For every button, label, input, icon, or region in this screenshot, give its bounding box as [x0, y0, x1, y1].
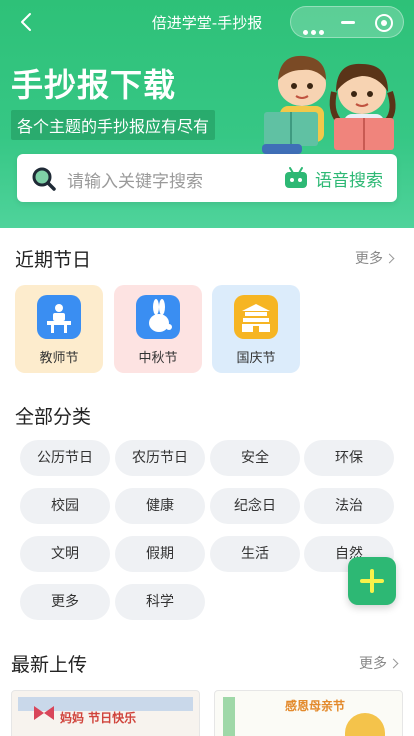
category-chip[interactable]: 科学	[115, 584, 205, 620]
holiday-card-mid-autumn[interactable]: 中秋节	[114, 285, 202, 373]
latest-more-link[interactable]: 更多	[359, 653, 399, 673]
thumb-text: 感恩母亲节	[285, 699, 346, 713]
category-chip[interactable]: 环保	[304, 440, 394, 476]
upload-card[interactable]: 感恩母亲节	[214, 690, 403, 736]
recent-more-label: 更多	[355, 251, 383, 267]
upload-card[interactable]: 妈妈 节日快乐	[11, 690, 200, 736]
search-icon	[32, 167, 56, 191]
category-chip[interactable]: 文明	[20, 536, 110, 572]
hero-subtitle: 各个主题的手抄报应有尽有	[11, 110, 216, 140]
minimize-icon[interactable]	[341, 21, 355, 24]
robot-icon	[285, 167, 307, 188]
bow-icon	[34, 706, 54, 720]
search-input[interactable]: 请输入关键字搜索	[67, 167, 203, 192]
chevron-right-icon	[384, 253, 395, 264]
umbrella-shape	[345, 713, 385, 736]
recent-holidays-title: 近期节日	[15, 249, 92, 271]
hero-title: 手抄报下载	[11, 66, 177, 104]
search-bar[interactable]: 请输入关键字搜索 语音搜索	[17, 154, 397, 202]
thumb-text: 妈妈 节日快乐	[60, 711, 137, 725]
category-chip[interactable]: 农历节日	[115, 440, 205, 476]
close-target-icon[interactable]	[375, 14, 393, 32]
miniprogram-capsule	[290, 6, 404, 38]
category-chip[interactable]: 假期	[115, 536, 205, 572]
nav-bar: 倍进学堂-手抄报	[0, 0, 414, 44]
category-chip[interactable]: 更多	[20, 584, 110, 620]
recent-more-link[interactable]: 更多	[355, 248, 395, 268]
latest-uploads-title: 最新上传	[11, 654, 88, 676]
category-chip[interactable]: 健康	[115, 488, 205, 524]
add-fab-button[interactable]	[348, 557, 396, 605]
category-chip[interactable]: 法治	[304, 488, 394, 524]
holiday-label: 教师节	[39, 351, 79, 366]
teacher-icon	[37, 295, 81, 339]
voice-search-label: 语音搜索	[315, 170, 383, 191]
kids-reading-illustration	[262, 55, 396, 154]
thumb-deco	[223, 697, 235, 736]
more-dots-icon[interactable]	[303, 20, 327, 39]
category-chip[interactable]: 安全	[210, 440, 300, 476]
category-chip[interactable]: 生活	[210, 536, 300, 572]
holiday-card-national-day[interactable]: 国庆节	[212, 285, 300, 373]
rabbit-icon	[136, 295, 180, 339]
holiday-label: 中秋节	[138, 351, 178, 366]
hero-banner: 倍进学堂-手抄报 手抄报下载 各个主题的手抄报应有尽有 请输入关键字搜索 语音搜…	[0, 0, 414, 228]
categories-title: 全部分类	[15, 406, 92, 428]
chevron-right-icon	[388, 658, 399, 669]
holiday-label: 国庆节	[236, 351, 276, 366]
category-chip[interactable]: 纪念日	[210, 488, 300, 524]
category-chip[interactable]: 公历节日	[20, 440, 110, 476]
category-chip[interactable]: 校园	[20, 488, 110, 524]
voice-search-button[interactable]: 语音搜索	[283, 165, 383, 191]
gate-icon	[234, 295, 278, 339]
holiday-card-teachers-day[interactable]: 教师节	[15, 285, 103, 373]
latest-more-label: 更多	[359, 656, 387, 672]
